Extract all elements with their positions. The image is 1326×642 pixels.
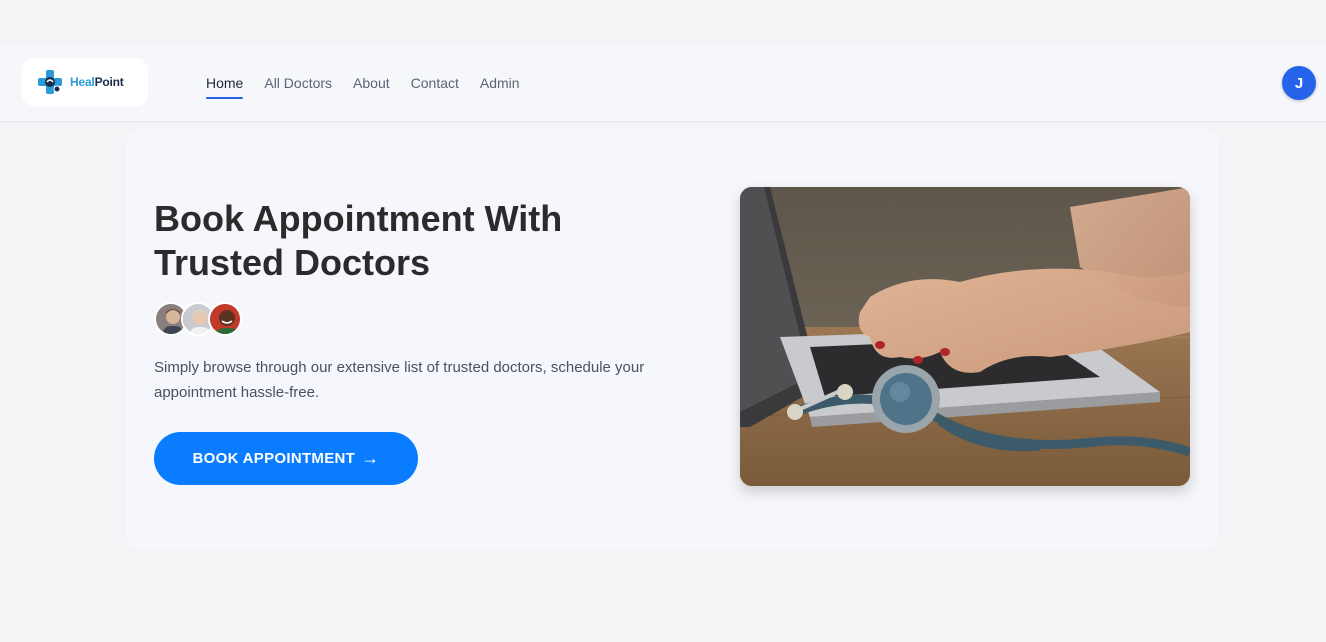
top-navbar: HealPoint Home All Doctors About Contact… xyxy=(0,44,1326,122)
book-appointment-button[interactable]: BOOK APPOINTMENT → xyxy=(154,432,418,485)
brand-name: HealPoint xyxy=(70,75,124,89)
brand-logo[interactable]: HealPoint xyxy=(22,58,148,106)
brand-name-part2: Point xyxy=(94,75,124,89)
main-nav: Home All Doctors About Contact Admin xyxy=(206,44,541,122)
nav-all-doctors[interactable]: All Doctors xyxy=(264,69,332,97)
hero-image-laptop-stethoscope xyxy=(740,187,1190,486)
hero-title: Book Appointment With Trusted Doctors xyxy=(154,197,624,285)
nav-home[interactable]: Home xyxy=(206,69,244,99)
arrow-right-icon: → xyxy=(361,448,380,468)
user-avatar[interactable]: J xyxy=(1282,66,1316,100)
hero-title-line1: Book Appointment With xyxy=(154,198,563,239)
medical-cross-logo-icon xyxy=(38,70,62,94)
doctor-avatars-group xyxy=(154,302,242,336)
nav-contact[interactable]: Contact xyxy=(411,69,459,97)
hero-description: Simply browse through our extensive list… xyxy=(154,359,645,401)
brand-name-part1: Heal xyxy=(70,75,95,89)
hero-title-line2: Trusted Doctors xyxy=(154,242,431,283)
hero-section: Book Appointment With Trusted Doctors Si… xyxy=(126,129,1218,550)
nav-admin[interactable]: Admin xyxy=(480,69,520,97)
doctor-avatar-3 xyxy=(208,302,242,336)
book-appointment-label: BOOK APPOINTMENT xyxy=(192,450,356,467)
nav-about[interactable]: About xyxy=(353,69,390,97)
